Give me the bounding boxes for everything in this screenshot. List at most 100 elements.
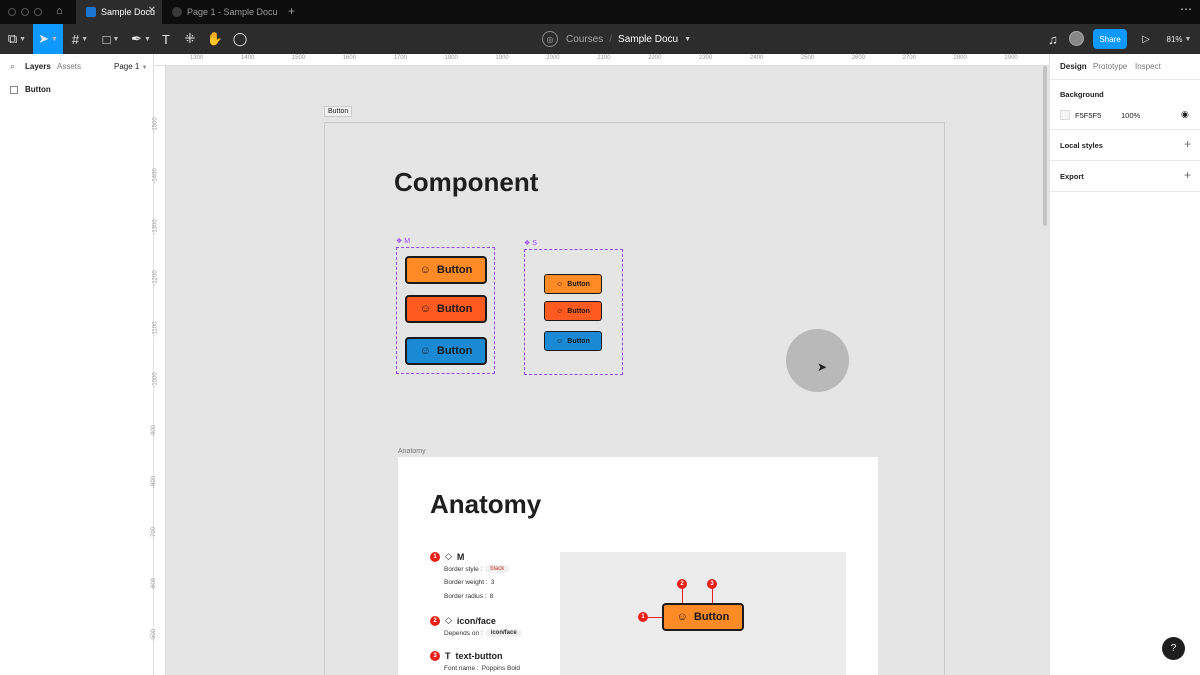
ruler-tick-label: -500 — [151, 628, 158, 642]
leader-line — [648, 617, 662, 618]
face-icon: ☺ — [556, 337, 564, 345]
prop-chip: black — [485, 565, 510, 573]
face-icon: ☺ — [676, 611, 688, 623]
background-hex-input[interactable]: F5F5F5 — [1075, 111, 1101, 120]
component-title: Component — [394, 167, 539, 197]
marker-badge: 3 — [430, 651, 440, 661]
home-icon[interactable]: ⌂ — [56, 5, 63, 17]
shape-tool-icon[interactable]: □ ▼ — [97, 24, 125, 54]
breadcrumb-project[interactable]: Courses — [566, 34, 603, 45]
ruler-horizontal: 1300 1400 1500 1600 1700 1800 1900 2000 2100 2200… — [154, 54, 1049, 66]
anatomy-item-name: icon/face — [456, 615, 496, 626]
tab-design[interactable]: Design — [1060, 62, 1087, 71]
button-label: Button — [567, 280, 590, 288]
headphones-icon[interactable]: ♫ — [1044, 24, 1062, 54]
chevron-down-icon[interactable]: ▼ — [684, 36, 691, 43]
frame-tool-icon[interactable]: # ▼ — [66, 24, 94, 54]
window-close-dot[interactable] — [8, 8, 16, 16]
ruler-tick-label: 2500 — [800, 55, 815, 61]
anatomy-frame[interactable]: Anatomy 1 ◇ M Border style : black Border… — [398, 457, 878, 675]
prop-label: Border weight : — [444, 579, 488, 586]
text-icon: T — [445, 651, 451, 661]
tab-page-1[interactable]: Page 1 - Sample Docu — [162, 0, 280, 24]
comment-tool-icon[interactable]: ◯ — [231, 24, 249, 54]
button-label: Button — [567, 337, 590, 345]
button-m-hover[interactable]: ☺ Button — [405, 295, 487, 323]
search-icon[interactable]: ⌕ — [10, 61, 15, 72]
button-m-pressed[interactable]: ☺ Button — [405, 337, 487, 365]
ruler-tick-label: -1300 — [152, 219, 159, 235]
move-tool-icon[interactable]: ➤ ▼ — [33, 24, 63, 54]
text-tool-icon[interactable]: T — [157, 24, 175, 54]
eye-icon[interactable]: ◉ — [1181, 109, 1189, 120]
ruler-tick-label: 1900 — [495, 55, 509, 61]
anatomy-frame-label[interactable]: Anatomy — [398, 448, 426, 455]
tab-inspect[interactable]: Inspect — [1135, 62, 1161, 71]
prop-row: Border radius :8 — [444, 593, 493, 600]
face-icon: ☺ — [556, 280, 564, 288]
prop-chip: icon/face — [485, 629, 522, 637]
anatomy-item-text-button: 3 T text-button — [430, 651, 503, 661]
share-button[interactable]: Share — [1093, 29, 1127, 49]
ruler-tick-label: -600 — [151, 577, 158, 591]
anatomy-title: Anatomy — [430, 489, 542, 519]
variant-m-label-text: M — [404, 238, 411, 245]
component-icon: ◇ — [445, 615, 452, 625]
tab-sample-docu[interactable]: Sample Docu ✕ — [76, 0, 162, 24]
more-menu-icon[interactable]: ⋯ — [1180, 2, 1192, 16]
frame-label[interactable]: Button — [324, 106, 353, 117]
breadcrumb-separator: / — [609, 33, 613, 45]
team-icon: ◎ — [542, 31, 558, 47]
hand-tool-icon[interactable]: ✋ — [206, 24, 224, 54]
new-tab-icon[interactable]: + — [288, 4, 295, 18]
anatomy-item-name: text-button — [455, 651, 503, 661]
prop-label: Border style : — [444, 565, 483, 573]
anatomy-item-icon-face: 2 ◇ icon/face — [430, 615, 496, 626]
variant-m-label[interactable]: ❖ M — [396, 237, 410, 245]
face-icon: ☺ — [419, 345, 431, 357]
add-style-icon[interactable]: + — [1184, 137, 1191, 151]
button-s-pressed[interactable]: ☺ Button — [544, 331, 602, 351]
background-opacity-input[interactable]: 100% — [1121, 111, 1140, 120]
face-icon: ☺ — [419, 264, 431, 276]
marker-badge: 2 — [430, 615, 440, 626]
layer-item-button[interactable]: Button — [10, 85, 51, 94]
breadcrumb-file[interactable]: Sample Docu — [618, 34, 678, 45]
prop-value: Poppins Bold — [481, 665, 520, 672]
zoom-dropdown[interactable]: 81% ▼ — [1164, 24, 1194, 54]
button-m-primary[interactable]: ☺ Button — [405, 256, 487, 284]
tab-prototype[interactable]: Prototype — [1093, 62, 1127, 71]
present-icon[interactable]: ▷ — [1137, 24, 1155, 54]
toolbar: ⧉ ▼ ➤ ▼ # ▼ □ ▼ ✒ ▼ T ⁜ ✋ ◯ ◎ Courses / Sampl… — [0, 24, 1200, 54]
avatar[interactable] — [1069, 31, 1084, 46]
canvas-scrollbar[interactable] — [1043, 66, 1047, 226]
pen-tool-icon[interactable]: ✒ ▼ — [127, 24, 155, 54]
button-s-hover[interactable]: ☺ Button — [544, 301, 602, 321]
page-select[interactable]: Page 1 ▼ — [114, 62, 148, 71]
window-minimize-dot[interactable] — [21, 8, 29, 16]
ruler-tick-label: 2900 — [1004, 55, 1018, 61]
variant-s-label[interactable]: ❖ S — [524, 239, 537, 247]
close-tab-icon[interactable]: ✕ — [148, 5, 156, 16]
ruler-tick-label: 2600 — [851, 55, 866, 61]
window-zoom-dot[interactable] — [34, 8, 42, 16]
canvas[interactable]: Button Component ❖ M ☺ Button ☺ Button ☺ Bu… — [166, 66, 1049, 675]
ruler-tick-label: 2000 — [546, 55, 560, 61]
ruler-tick-label: 1300 — [190, 55, 204, 61]
main-menu-icon[interactable]: ⧉ ▼ — [4, 24, 30, 54]
ruler-vertical: -1500 -1400 -1300 -1200 -1100 -1000 -900 -800 -7… — [151, 66, 166, 675]
zoom-value: 81% — [1166, 34, 1183, 44]
button-s-primary[interactable]: ☺ Button — [544, 274, 602, 294]
color-swatch[interactable] — [1060, 110, 1070, 120]
tab-layers[interactable]: Layers — [25, 62, 51, 71]
help-button[interactable]: ? — [1162, 637, 1185, 660]
button-label: Button — [436, 303, 473, 315]
tab-assets[interactable]: Assets — [57, 62, 81, 71]
ruler-tick-label: -900 — [151, 424, 158, 438]
add-export-icon[interactable]: + — [1184, 168, 1191, 182]
page-select-value: Page 1 — [114, 62, 140, 71]
ruler-tick-label: 2300 — [699, 55, 713, 61]
resources-icon[interactable]: ⁜ — [181, 24, 199, 54]
ruler-tick-label: 2700 — [902, 55, 916, 61]
ruler-tick-label: 2400 — [749, 55, 764, 61]
